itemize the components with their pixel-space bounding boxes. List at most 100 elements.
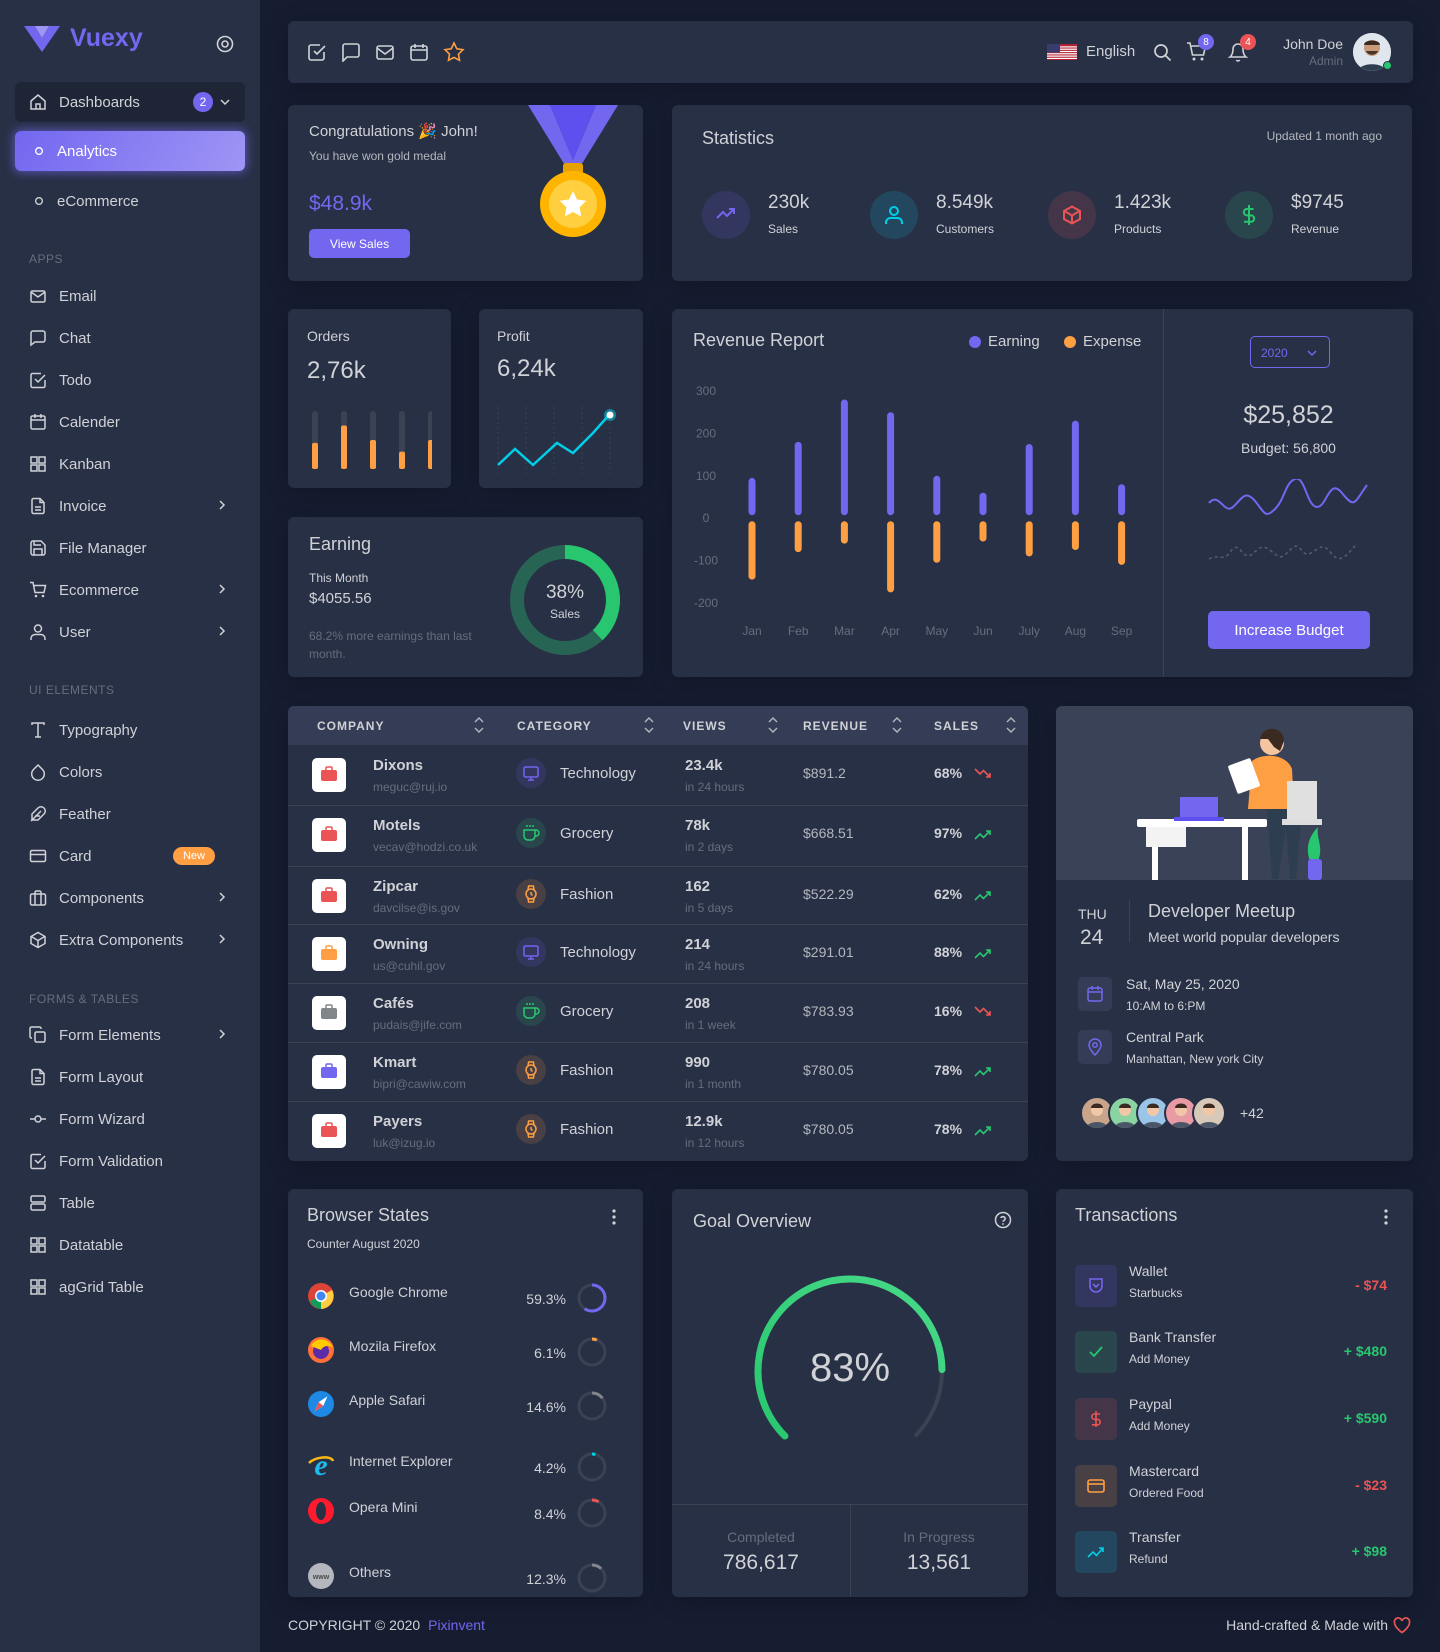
transaction-row-paypal[interactable]: Paypal Add Money + $590 [1056, 1396, 1413, 1440]
company-name: Owning [373, 936, 428, 953]
column-header-category[interactable]: CATEGORY [517, 719, 592, 733]
check-square-icon[interactable] [307, 42, 327, 62]
expense-bar [1071, 521, 1079, 550]
menu-file-manager-label: File Manager [59, 539, 147, 557]
menu-analytics[interactable]: Analytics [15, 131, 245, 171]
search-icon[interactable] [1153, 43, 1172, 62]
expense-bar [979, 521, 987, 542]
browser-progress-ring [577, 1452, 607, 1482]
company-name: Payers [373, 1113, 423, 1130]
language-selector[interactable]: English [1086, 43, 1135, 60]
transaction-row-wallet[interactable]: Wallet Starbucks - $74 [1056, 1263, 1413, 1307]
transaction-amount: + $590 [1343, 1410, 1387, 1426]
table-row[interactable]: Owning us@cuhil.gov Technology 214 in 24 hou… [288, 925, 1028, 983]
more-vertical-icon[interactable] [1384, 1209, 1388, 1225]
menu-user-label: User [59, 623, 91, 641]
menu-extra-components[interactable]: Extra Components [15, 920, 245, 960]
table-row[interactable]: Motels vecav@hodzi.co.uk Grocery 78k in 2 da… [288, 806, 1028, 864]
transaction-subtitle: Starbucks [1129, 1286, 1183, 1300]
menu-email[interactable]: Email [15, 276, 245, 316]
revenue-value: $891.2 [803, 765, 846, 781]
column-header-views[interactable]: VIEWS [683, 719, 727, 733]
company-logo-cafés [312, 996, 346, 1030]
orders-bar [428, 440, 432, 469]
browser-name: Internet Explorer [349, 1453, 453, 1469]
table-row[interactable]: Kmart bipri@cawiw.com Fashion 990 in 1 month… [288, 1043, 1028, 1101]
attendee-avatar[interactable] [1192, 1096, 1226, 1130]
sort-icon[interactable] [768, 716, 778, 734]
earning-bar [748, 477, 756, 516]
menu-form-elements[interactable]: Form Elements [15, 1015, 245, 1055]
menu-invoice[interactable]: Invoice [15, 486, 245, 526]
sort-icon[interactable] [892, 716, 902, 734]
menu-dashboards[interactable]: Dashboards 2 [15, 82, 245, 122]
menu-components[interactable]: Components [15, 878, 245, 918]
menu-form-validation[interactable]: Form Validation [15, 1141, 245, 1181]
menu-colors[interactable]: Colors [15, 752, 245, 792]
message-square-icon[interactable] [341, 42, 361, 62]
menu-feather[interactable]: Feather [15, 794, 245, 834]
user-name[interactable]: John Doe [1271, 36, 1343, 52]
menu-extra-components-label: Extra Components [59, 931, 184, 949]
menu-datatable[interactable]: Datatable [15, 1225, 245, 1265]
menu-form-layout[interactable]: Form Layout [15, 1057, 245, 1097]
table-row[interactable]: Dixons meguc@ruj.io Technology 23.4k in 24 h… [288, 746, 1028, 804]
table-row[interactable]: Zipcar davcilse@is.gov Fashion 162 in 5 days… [288, 867, 1028, 925]
increase-budget-button[interactable]: Increase Budget [1208, 611, 1370, 649]
earning-bar [840, 399, 848, 516]
category-name: Fashion [560, 886, 614, 903]
table-row[interactable]: Cafés pudais@jife.com Grocery 208 in 1 week $… [288, 984, 1028, 1042]
column-header-revenue[interactable]: REVENUE [803, 719, 868, 733]
menu-ecommerce-dashboard[interactable]: eCommerce [15, 181, 245, 221]
menu-file-manager[interactable]: File Manager [15, 528, 245, 568]
menu-kanban[interactable]: Kanban [15, 444, 245, 484]
menu-card[interactable]: Card New [15, 836, 245, 876]
goal-overview-card: Goal Overview 83% Completed 786,617 In P… [672, 1189, 1028, 1597]
menu-email-label: Email [59, 287, 97, 305]
footer-company-link[interactable]: Pixinvent [428, 1617, 485, 1633]
user-icon [885, 206, 903, 224]
menu-todo[interactable]: Todo [15, 360, 245, 400]
company-logo-owning [312, 937, 346, 971]
column-header-company[interactable]: COMPANY [317, 719, 384, 733]
sort-icon[interactable] [1006, 716, 1016, 734]
transaction-row-transfer[interactable]: Transfer Refund + $98 [1056, 1529, 1413, 1573]
message-square-icon [30, 330, 46, 347]
transaction-row-bank-transfer[interactable]: Bank Transfer Add Money + $480 [1056, 1329, 1413, 1373]
transaction-row-mastercard[interactable]: Mastercard Ordered Food - $23 [1056, 1463, 1413, 1507]
year-dropdown[interactable]: 2020 [1250, 336, 1330, 368]
help-circle-icon[interactable] [994, 1211, 1012, 1229]
menu-calender[interactable]: Calender [15, 402, 245, 442]
internet-explorer-icon: e [308, 1451, 335, 1479]
mail-icon[interactable] [375, 42, 395, 62]
calendar-icon[interactable] [409, 42, 429, 62]
view-sales-button[interactable]: View Sales [309, 229, 410, 258]
transaction-name: Mastercard [1129, 1463, 1200, 1479]
column-header-sales[interactable]: SALES [934, 719, 979, 733]
browser-name: Apple Safari [349, 1392, 426, 1408]
transaction-amount: - $74 [1355, 1277, 1387, 1293]
menu-typography[interactable]: Typography [15, 710, 245, 750]
brand-logo[interactable]: Vuexy [24, 24, 143, 53]
goal-progress-label: In Progress [903, 1529, 975, 1545]
menu-aggrid-table[interactable]: agGrid Table [15, 1267, 245, 1307]
x-tick-label: May [925, 624, 948, 638]
earning-card: Earning This Month $4055.56 68.2% more e… [288, 517, 643, 677]
table-row[interactable]: Payers luk@izug.io Fashion 12.9k in 12 hours… [288, 1102, 1028, 1160]
sort-icon[interactable] [474, 716, 484, 734]
more-vertical-icon[interactable] [612, 1209, 616, 1225]
menu-card-label: Card [59, 847, 92, 865]
menu-ecommerce[interactable]: Ecommerce [15, 570, 245, 610]
menu-table[interactable]: Table [15, 1183, 245, 1223]
company-name: Motels [373, 817, 421, 834]
transaction-icon-box [1075, 1265, 1117, 1307]
statistics-card: Statistics Updated 1 month ago 230k Sales… [672, 105, 1412, 281]
views-time: in 5 days [685, 901, 734, 915]
menu-form-wizard[interactable]: Form Wizard [15, 1099, 245, 1139]
forms-tables-heading: FORMS & TABLES [29, 992, 139, 1006]
star-icon[interactable] [443, 41, 465, 63]
sort-icon[interactable] [644, 716, 654, 734]
collapse-toggle-icon[interactable] [216, 35, 234, 53]
menu-chat[interactable]: Chat [15, 318, 245, 358]
menu-user[interactable]: User [15, 612, 245, 652]
